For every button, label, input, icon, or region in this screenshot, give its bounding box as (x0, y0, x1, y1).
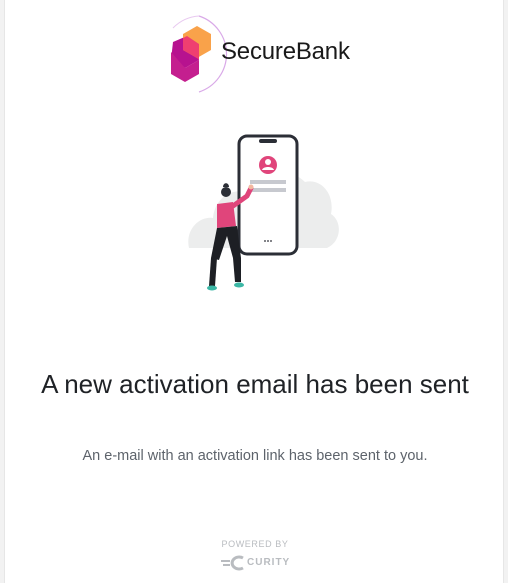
brand-name: SecureBank (221, 38, 350, 65)
powered-by-label: POWERED BY (221, 539, 289, 549)
page-title: A new activation email has been sent (41, 369, 469, 399)
curity-footer-logo[interactable]: CURITY (221, 555, 301, 571)
activation-description: An e-mail with an activation link has be… (82, 448, 428, 464)
curity-logo-icon (221, 555, 244, 571)
activation-card: SecureBank A new activation email has be… (4, 0, 504, 583)
brand-logo: SecureBank (153, 12, 373, 96)
person-with-phone-illustration (181, 130, 341, 300)
person-with-phone-icon (188, 134, 339, 291)
curity-vendor-name: CURITY (247, 557, 291, 568)
